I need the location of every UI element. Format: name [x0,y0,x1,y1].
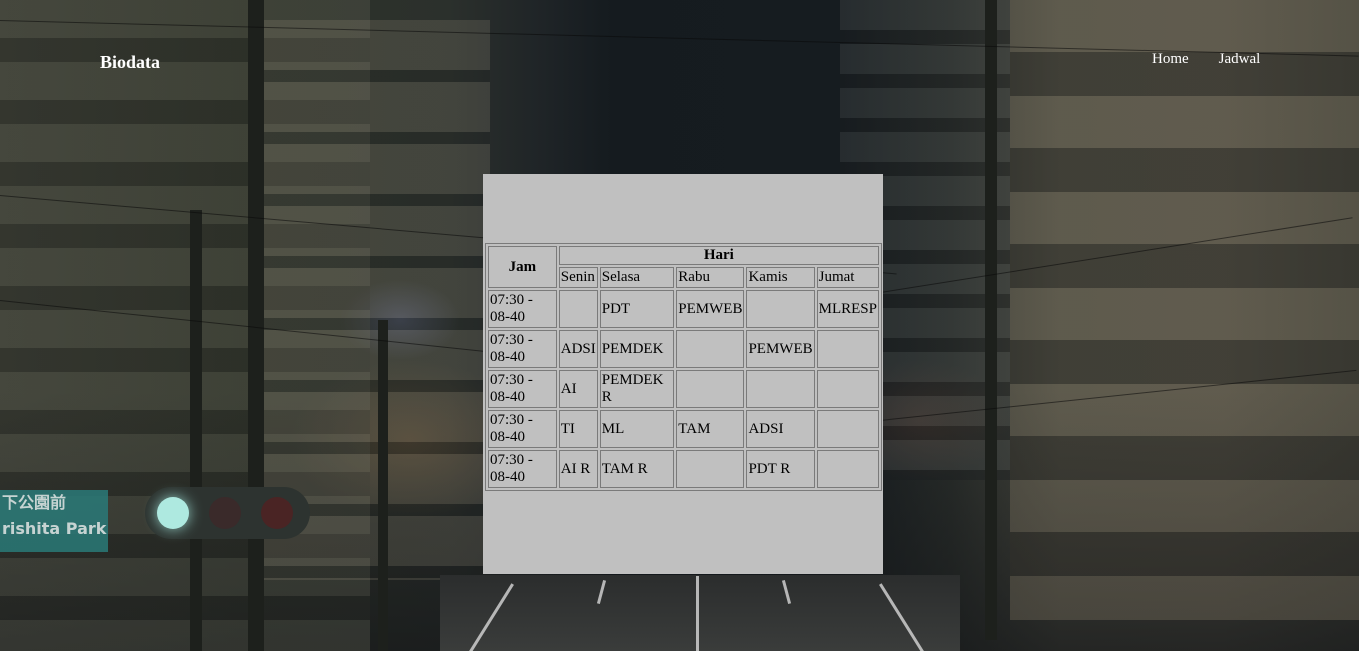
table-row: 07:30 - 08-40 ADSI PEMDEK PEMWEB [488,330,879,368]
class-cell [746,290,815,328]
class-cell: PDT [599,290,675,328]
header-day: Selasa [599,267,675,288]
schedule-panel: Jam Hari Senin Selasa Rabu Kamis Jumat 0… [483,174,883,574]
navbar: Biodata Home Jadwal [0,0,1359,120]
class-cell [816,450,879,488]
time-cell: 07:30 - 08-40 [488,370,557,408]
class-cell: PEMWEB [676,290,745,328]
class-cell: PDT R [746,450,815,488]
nav-link-home[interactable]: Home [1152,51,1189,68]
street-sign-line-2: rishita Park [2,519,107,538]
class-cell: PEMDEK R [599,370,675,408]
traffic-light [145,487,310,539]
header-day: Kamis [746,267,815,288]
class-cell [676,370,745,408]
street-sign: 下公園前 rishita Park [0,490,108,552]
header-day: Jumat [816,267,879,288]
schedule-table: Jam Hari Senin Selasa Rabu Kamis Jumat 0… [485,243,882,491]
table-row: 07:30 - 08-40 TI ML TAM ADSI [488,410,879,448]
brand-logo[interactable]: Biodata [100,52,160,73]
class-cell: ML [599,410,675,448]
class-cell: AI [558,370,598,408]
class-cell [676,450,745,488]
header-day: Senin [558,267,598,288]
traffic-light-yellow-lamp [209,497,241,529]
class-cell: TAM R [599,450,675,488]
nav-link-jadwal[interactable]: Jadwal [1219,51,1261,68]
table-header-row: Jam Hari [488,246,879,288]
class-cell [746,370,815,408]
class-cell: AI R [558,450,598,488]
power-line [879,369,1357,421]
class-cell [816,410,879,448]
page: 下公園前 rishita Park Biodata Home Jadwal Ja… [0,0,1359,651]
class-cell: PEMDEK [599,330,675,368]
table-row: 07:30 - 08-40 AI R TAM R PDT R [488,450,879,488]
class-cell: TAM [676,410,745,448]
time-cell: 07:30 - 08-40 [488,290,557,328]
traffic-light-green-lamp [157,497,189,529]
header-hari: Hari [558,246,879,265]
class-cell: ADSI [558,330,598,368]
time-cell: 07:30 - 08-40 [488,450,557,488]
utility-pole [190,210,202,651]
class-cell: PEMWEB [746,330,815,368]
time-cell: 07:30 - 08-40 [488,410,557,448]
utility-pole [378,320,388,651]
header-day: Rabu [676,267,745,288]
time-cell: 07:30 - 08-40 [488,330,557,368]
power-line [829,217,1353,301]
nav-links: Home Jadwal [1152,51,1260,68]
class-cell [558,290,598,328]
street-sign-line-1: 下公園前 [2,493,67,512]
table-row: 07:30 - 08-40 AI PEMDEK R [488,370,879,408]
class-cell [816,370,879,408]
table-row: 07:30 - 08-40 PDT PEMWEB MLRESP [488,290,879,328]
header-jam: Jam [488,246,557,288]
road-lane-center [696,576,699,651]
class-cell: TI [558,410,598,448]
class-cell: MLRESP [816,290,879,328]
class-cell [816,330,879,368]
class-cell [676,330,745,368]
traffic-light-red-lamp [261,497,293,529]
class-cell: ADSI [746,410,815,448]
